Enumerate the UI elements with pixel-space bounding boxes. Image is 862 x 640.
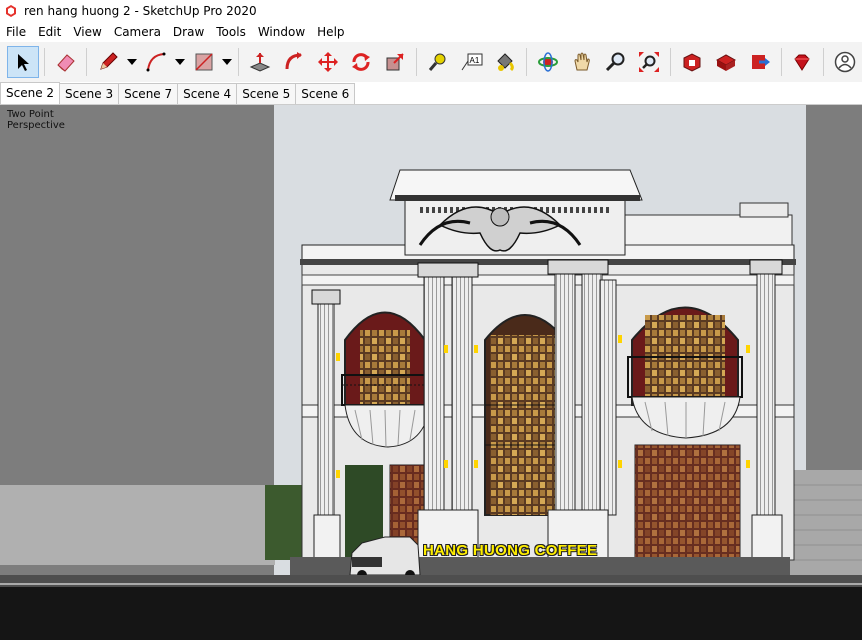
sidewalk: [0, 575, 862, 587]
magnifier-icon: [605, 52, 625, 72]
scene-tabs: Scene 2 Scene 3 Scene 7 Scene 4 Scene 5 …: [0, 82, 862, 105]
hand-icon: [574, 52, 590, 71]
sketchup-logo-icon: [6, 5, 16, 17]
toolbar-separator: [670, 48, 672, 76]
ruby-icon: [794, 54, 811, 71]
follow-me-tool-button[interactable]: [278, 46, 310, 78]
3d-warehouse-button[interactable]: [676, 46, 708, 78]
scale-icon: [386, 53, 404, 71]
account-button[interactable]: [829, 46, 861, 78]
caret-down-icon: [174, 59, 185, 65]
rectangle-tool-button[interactable]: [188, 46, 220, 78]
menu-window[interactable]: Window: [252, 22, 311, 42]
extension-manager-button[interactable]: [787, 46, 819, 78]
title-bar: ren hang huong 2 - SketchUp Pro 2020: [0, 0, 862, 22]
left-neighbor-wall: [0, 485, 275, 565]
push-pull-icon: [249, 53, 271, 72]
menu-file[interactable]: File: [0, 22, 32, 42]
rotate-tool-button[interactable]: [346, 46, 378, 78]
rotate-icon: [352, 53, 371, 71]
tab-scene-4[interactable]: Scene 4: [177, 83, 238, 104]
push-pull-tool-button[interactable]: [244, 46, 276, 78]
follow-me-icon: [285, 52, 302, 70]
orbit-tool-button[interactable]: [532, 46, 564, 78]
caret-down-icon: [127, 59, 138, 65]
building-render: [0, 105, 862, 640]
tab-scene-3[interactable]: Scene 3: [59, 83, 120, 104]
menu-bar: File Edit View Camera Draw Tools Window …: [0, 22, 862, 42]
camera-mode-label: Two Point Perspective: [7, 109, 65, 131]
tab-scene-6[interactable]: Scene 6: [295, 83, 356, 104]
shop-sign: HANG HUONG COFFEE: [423, 542, 598, 559]
camera-mode-line-1: Two Point: [7, 109, 54, 120]
toolbar-separator: [780, 48, 782, 76]
eraser-tool-button[interactable]: [50, 46, 82, 78]
share-model-button[interactable]: [744, 46, 776, 78]
share-icon: [751, 55, 770, 69]
arc-tool-button[interactable]: [140, 46, 172, 78]
rectangle-icon: [195, 53, 213, 71]
toolbar-separator: [86, 48, 88, 76]
menu-tools[interactable]: Tools: [210, 22, 252, 42]
extension-warehouse-button[interactable]: [710, 46, 742, 78]
arc-icon: [146, 52, 166, 72]
menu-camera[interactable]: Camera: [108, 22, 167, 42]
eraser-icon: [56, 54, 75, 72]
pencil-icon: [100, 52, 119, 70]
menu-help[interactable]: Help: [311, 22, 350, 42]
toolbar: A1: [0, 42, 862, 83]
text-tool-button[interactable]: A1: [456, 46, 488, 78]
menu-edit[interactable]: Edit: [32, 22, 67, 42]
tab-scene-7[interactable]: Scene 7: [118, 83, 179, 104]
camera-mode-line-2: Perspective: [7, 120, 65, 131]
arrow-cursor-icon: [17, 54, 29, 71]
text-icon: A1: [461, 53, 483, 71]
model-viewport[interactable]: Two Point Perspective HANG HUONG COFFEE: [0, 105, 862, 640]
move-tool-button[interactable]: [312, 46, 344, 78]
pan-tool-button[interactable]: [566, 46, 598, 78]
arc-tool-dropdown[interactable]: [173, 46, 187, 78]
line-tool-button[interactable]: [92, 46, 124, 78]
paint-bucket-tool-button[interactable]: [490, 46, 522, 78]
select-tool-button[interactable]: [6, 46, 39, 78]
toolbar-separator: [238, 48, 240, 76]
line-tool-dropdown[interactable]: [125, 46, 139, 78]
move-icon: [317, 52, 338, 72]
orbit-icon: [538, 52, 559, 72]
tape-measure-tool-button[interactable]: [422, 46, 454, 78]
menu-draw[interactable]: Draw: [167, 22, 210, 42]
toolbar-separator: [416, 48, 418, 76]
user-icon: [834, 51, 856, 73]
toolbar-separator: [43, 48, 45, 76]
warehouse-icon: [683, 53, 701, 72]
window-title: ren hang huong 2 - SketchUp Pro 2020: [24, 4, 257, 18]
paint-bucket-icon: [497, 53, 515, 72]
rectangle-tool-dropdown[interactable]: [220, 46, 234, 78]
caret-down-icon: [222, 59, 233, 65]
svg-text:A1: A1: [469, 56, 479, 65]
zoom-extents-icon: [639, 52, 660, 72]
tab-scene-2[interactable]: Scene 2: [0, 82, 61, 104]
tab-scene-5[interactable]: Scene 5: [236, 83, 297, 104]
zoom-extents-button[interactable]: [634, 46, 666, 78]
scale-tool-button[interactable]: [379, 46, 411, 78]
toolbar-separator: [526, 48, 528, 76]
street: [0, 587, 862, 640]
extension-warehouse-icon: [715, 54, 736, 71]
zoom-tool-button[interactable]: [600, 46, 632, 78]
menu-view[interactable]: View: [67, 22, 107, 42]
tape-measure-icon: [428, 53, 446, 71]
toolbar-separator: [823, 48, 825, 76]
